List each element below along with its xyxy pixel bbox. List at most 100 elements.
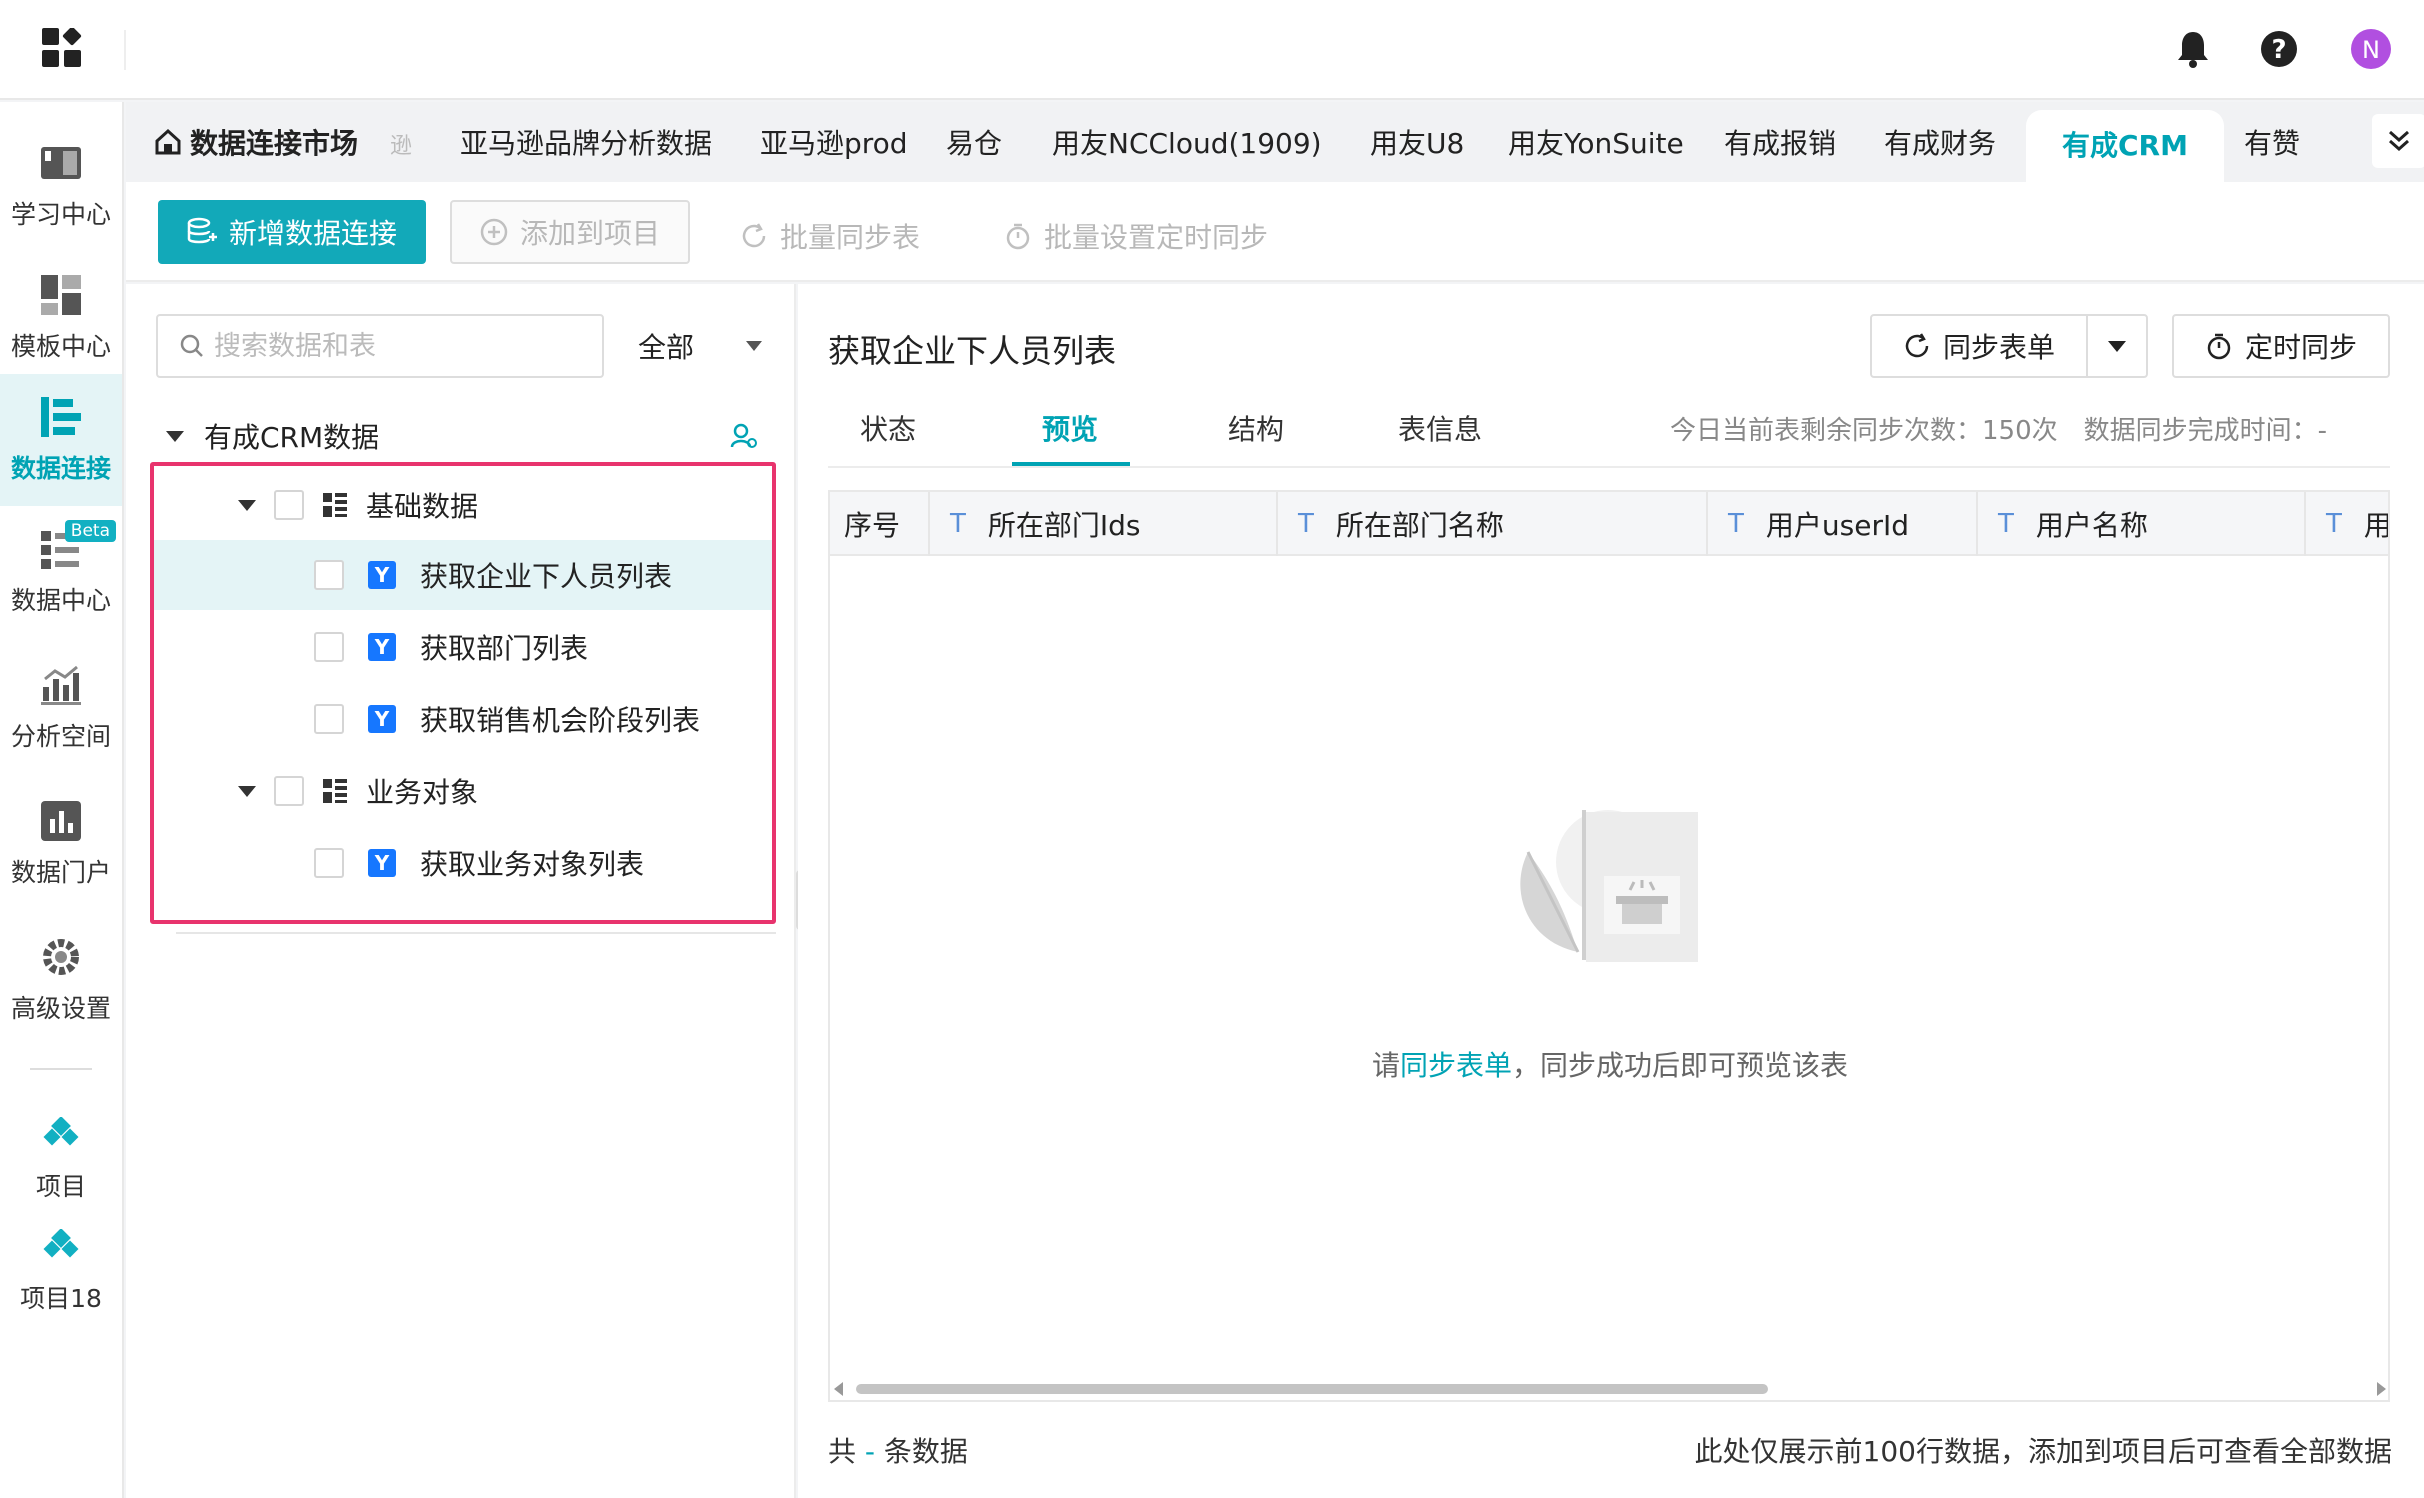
active-tab-indicator [1012, 462, 1130, 466]
schedule-sync-button[interactable]: 定时同步 [2172, 314, 2390, 378]
refresh-icon [742, 223, 766, 248]
tab-item[interactable]: 亚马逊prod [760, 122, 908, 162]
toolbar: 新增数据连接 添加到项目 批量同步表 批量设置定时同步 [126, 182, 2424, 282]
sidebar-label: 项目18 [20, 1284, 102, 1313]
column-header[interactable]: T 所在部门Ids [930, 492, 1278, 556]
tab-item[interactable]: 用友U8 [1370, 122, 1464, 162]
horizontal-scrollbar[interactable] [830, 1376, 2388, 1400]
tree-group-label: 基础数据 [366, 490, 479, 523]
help-icon[interactable]: ? [2256, 26, 2302, 72]
caret-down-icon [2108, 340, 2126, 352]
tab-partial[interactable]: 逊 [390, 128, 412, 160]
caret-down-icon[interactable] [238, 785, 256, 797]
gear-icon [39, 935, 83, 979]
avatar[interactable]: N [2348, 26, 2394, 72]
app-grid-icon[interactable] [42, 26, 82, 68]
project-icon [39, 1113, 83, 1157]
tree-item-label: 获取部门列表 [420, 632, 589, 665]
caret-down-icon[interactable] [166, 430, 184, 442]
sync-info-text: 今日当前表剩余同步次数：150次 数据同步完成时间：- [1670, 416, 2328, 446]
row-count-prefix: 共 [828, 1435, 865, 1468]
tab-active[interactable]: 有成CRM [2026, 110, 2224, 182]
top-bar: ? N [0, 0, 2424, 100]
caret-down-icon[interactable] [238, 499, 256, 511]
filter-value: 全部 [638, 331, 695, 364]
bell-icon[interactable] [2170, 26, 2216, 72]
tab-table-info[interactable]: 表信息 [1398, 408, 1482, 448]
sidebar-item-analysis[interactable]: 分析空间 [0, 642, 122, 774]
scroll-left-icon[interactable] [834, 1382, 843, 1396]
tab-item[interactable]: 有成报销 [1724, 122, 1836, 162]
tree-group-business-objects[interactable]: 业务对象 [154, 756, 772, 826]
user-settings-icon[interactable] [730, 422, 758, 457]
column-header[interactable]: T 所在部门名称 [1278, 492, 1708, 556]
item-checkbox[interactable] [314, 848, 344, 878]
tab-item[interactable]: 有成财务 [1884, 122, 1996, 162]
item-checkbox[interactable] [314, 632, 344, 662]
column-header[interactable]: T 用户 [2306, 492, 2390, 556]
sidebar-item-data-connect[interactable]: 数据连接 [0, 374, 122, 506]
scroll-right-icon[interactable] [2377, 1382, 2386, 1396]
tab-item[interactable]: 用友YonSuite [1508, 122, 1684, 162]
tabs-divider [828, 466, 2390, 468]
batch-sync-button[interactable]: 批量同步表 [740, 216, 920, 256]
tree-item[interactable]: Y 获取销售机会阶段列表 [154, 684, 772, 754]
tab-preview[interactable]: 预览 [1042, 408, 1098, 448]
column-header[interactable]: 序号 [830, 492, 930, 556]
caret-down-icon [746, 341, 762, 351]
search-input[interactable] [214, 330, 594, 362]
tab-item[interactable]: 亚马逊品牌分析数据 [460, 122, 712, 162]
sync-table-button[interactable]: 同步表单 [1870, 314, 2088, 378]
sidebar-item-advanced-settings[interactable]: 高级设置 [0, 914, 122, 1046]
scrollbar-thumb[interactable] [856, 1384, 1768, 1394]
search-box [156, 314, 604, 378]
double-chevron-down-icon [2389, 130, 2409, 152]
top-divider [124, 30, 126, 70]
tree-root[interactable]: 有成CRM数据 [166, 406, 766, 466]
group-icon [323, 779, 347, 803]
data-connect-icon [39, 395, 83, 439]
tab-status[interactable]: 状态 [860, 408, 916, 448]
tree-group-basic-data[interactable]: 基础数据 [154, 470, 772, 540]
tree-item[interactable]: Y 获取业务对象列表 [154, 828, 772, 898]
connector-tabs: 数据连接市场 逊 亚马逊品牌分析数据 亚马逊prod 易仓 用友NCCloud(… [126, 102, 2424, 182]
tab-item[interactable]: 有赞 [2244, 122, 2300, 162]
item-checkbox[interactable] [314, 704, 344, 734]
button-label: 添加到项目 [519, 217, 660, 250]
left-sidebar: 学习中心 模板中心 数据连接 Beta 数据中心 分析空间 数据门户 高级设置 … [0, 102, 124, 1498]
batch-schedule-button[interactable]: 批量设置定时同步 [1004, 216, 1268, 256]
timer-icon [1006, 223, 1030, 250]
button-label: 批量设置定时同步 [1044, 221, 1269, 254]
sidebar-item-learning[interactable]: 学习中心 [0, 120, 122, 252]
sidebar-item-project18[interactable]: 项目18 [0, 1214, 122, 1326]
sync-options-dropdown[interactable] [2086, 314, 2148, 378]
tab-item[interactable]: 用友NCCloud(1909) [1052, 122, 1322, 162]
tabs-more-button[interactable] [2372, 114, 2424, 168]
filter-select[interactable]: 全部 [626, 314, 774, 378]
new-connection-button[interactable]: 新增数据连接 [158, 200, 426, 264]
button-label: 批量同步表 [780, 221, 921, 254]
button-label: 定时同步 [2244, 331, 2357, 364]
sync-table-link[interactable]: 同步表单 [1400, 1049, 1512, 1082]
tab-home[interactable]: 数据连接市场 [154, 122, 358, 162]
item-checkbox[interactable] [314, 560, 344, 590]
tree-item-selected[interactable]: Y 获取企业下人员列表 [154, 540, 772, 610]
tab-item[interactable]: 易仓 [946, 122, 1002, 162]
sidebar-item-project[interactable]: 项目 [0, 1102, 122, 1214]
group-checkbox[interactable] [274, 490, 304, 520]
tab-label: 数据连接市场 [190, 127, 359, 160]
tab-structure[interactable]: 结构 [1228, 408, 1284, 448]
column-label: 所在部门名称 [1335, 509, 1504, 542]
column-header[interactable]: T 用户userId [1708, 492, 1978, 556]
group-checkbox[interactable] [274, 776, 304, 806]
add-to-project-button[interactable]: 添加到项目 [450, 200, 690, 264]
tree-item[interactable]: Y 获取部门列表 [154, 612, 772, 682]
sidebar-item-template[interactable]: 模板中心 [0, 252, 122, 384]
column-header[interactable]: T 用户名称 [1978, 492, 2306, 556]
sidebar-item-portal[interactable]: 数据门户 [0, 778, 122, 910]
column-label: 用户 [2363, 509, 2390, 542]
sidebar-item-data-center[interactable]: Beta 数据中心 [0, 506, 122, 638]
home-icon [155, 128, 181, 155]
refresh-icon [1905, 333, 1929, 358]
column-label: 用户userId [1765, 509, 1909, 542]
